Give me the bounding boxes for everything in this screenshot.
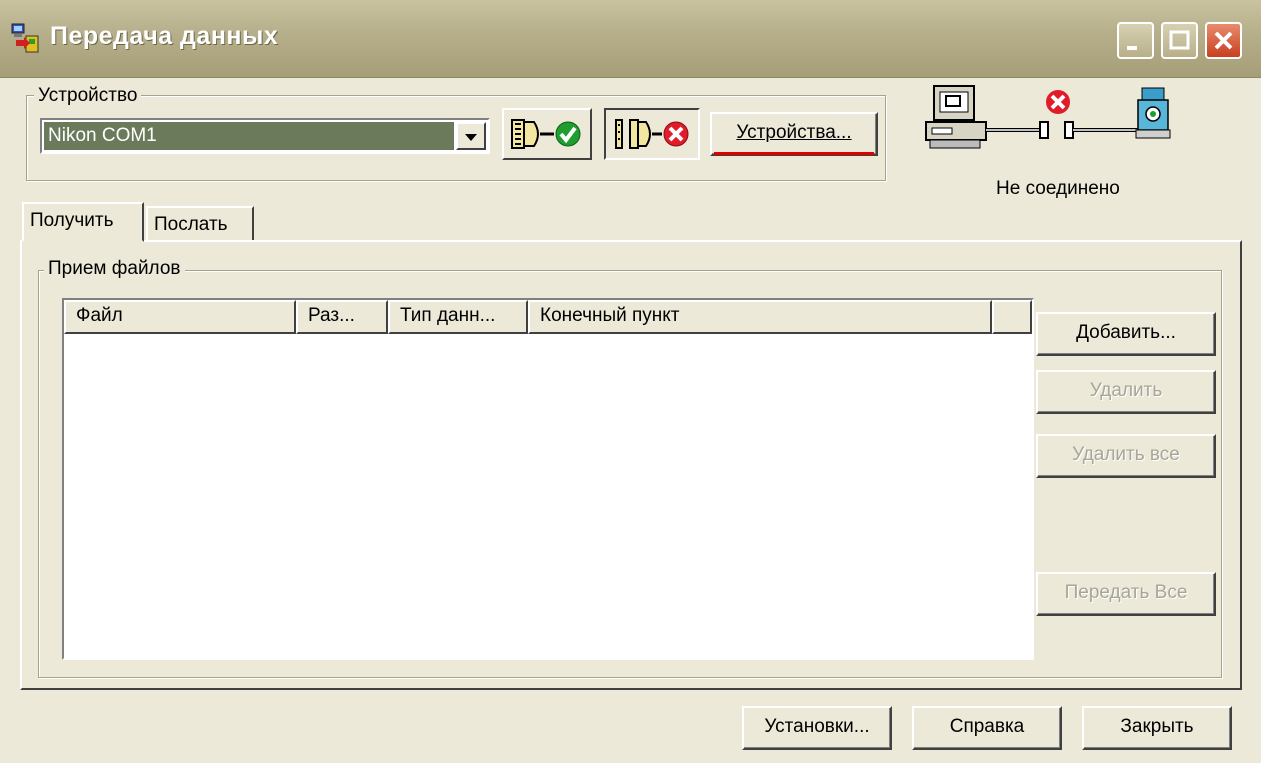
column-header-size[interactable]: Раз... [296,300,388,334]
disconnect-icon [615,119,689,149]
total-station-icon [1135,87,1171,139]
connect-icon [511,119,581,149]
dropdown-button[interactable] [456,122,486,150]
delete-all-button-label: Удалить все [1072,444,1180,465]
devices-button-accent-line [714,152,874,155]
devices-button-label: Устройства... [736,122,852,143]
help-button[interactable]: Справка [912,706,1062,750]
files-list-header: Файл Раз... Тип данн... Конечный пункт [64,300,1032,334]
column-header-destination[interactable]: Конечный пункт [528,300,992,334]
devices-button[interactable]: Устройства... [710,112,878,156]
delete-button[interactable]: Удалить [1036,370,1216,414]
device-group-label: Устройство [34,85,142,107]
error-icon [1046,90,1070,114]
device-select[interactable]: Nikon COM1 [40,118,490,154]
app-transfer-icon [11,23,39,53]
maximize-button[interactable] [1161,22,1198,59]
data-transfer-window: Передача данных Устройство Nikon COM1 Ус… [0,0,1261,763]
device-select-value: Nikon COM1 [44,122,454,150]
delete-button-label: Удалить [1089,380,1163,401]
chevron-down-icon [465,134,477,141]
column-header-empty [992,300,1032,334]
tab-receive-label: Получить [30,210,114,231]
close-icon [1214,31,1233,50]
column-header-data-type[interactable]: Тип данн... [388,300,528,334]
title-bar[interactable]: Передача данных [0,0,1261,78]
window-title: Передача данных [50,22,279,50]
minimize-button[interactable] [1117,22,1154,59]
tab-send[interactable]: Послать [146,206,254,240]
close-window-button[interactable] [1205,22,1242,59]
close-button[interactable]: Закрыть [1082,706,1232,750]
settings-button-label: Установки... [764,716,870,737]
settings-button[interactable]: Установки... [742,706,892,750]
maximize-icon [1169,30,1190,50]
connect-button[interactable] [502,108,592,160]
add-button[interactable]: Добавить... [1036,312,1216,356]
files-list[interactable]: Файл Раз... Тип данн... Конечный пункт [62,298,1034,660]
transfer-all-button[interactable]: Передать Все [1036,572,1216,616]
receive-group-label: Прием файлов [44,258,185,280]
delete-all-button[interactable]: Удалить все [1036,434,1216,478]
tab-receive[interactable]: Получить [22,202,144,242]
tab-send-label: Послать [154,214,228,235]
transfer-all-button-label: Передать Все [1064,582,1188,603]
add-button-label: Добавить... [1076,322,1176,343]
help-button-label: Справка [949,716,1025,737]
disconnect-button[interactable] [604,108,700,160]
connection-status: Не соединено [996,178,1120,199]
close-button-label: Закрыть [1120,716,1194,737]
files-list-body[interactable] [64,334,1032,658]
connection-diagram [925,85,1171,149]
minimize-icon [1127,46,1137,50]
computer-icon [925,85,987,149]
cable-icon [986,121,1138,139]
column-header-file[interactable]: Файл [64,300,296,334]
